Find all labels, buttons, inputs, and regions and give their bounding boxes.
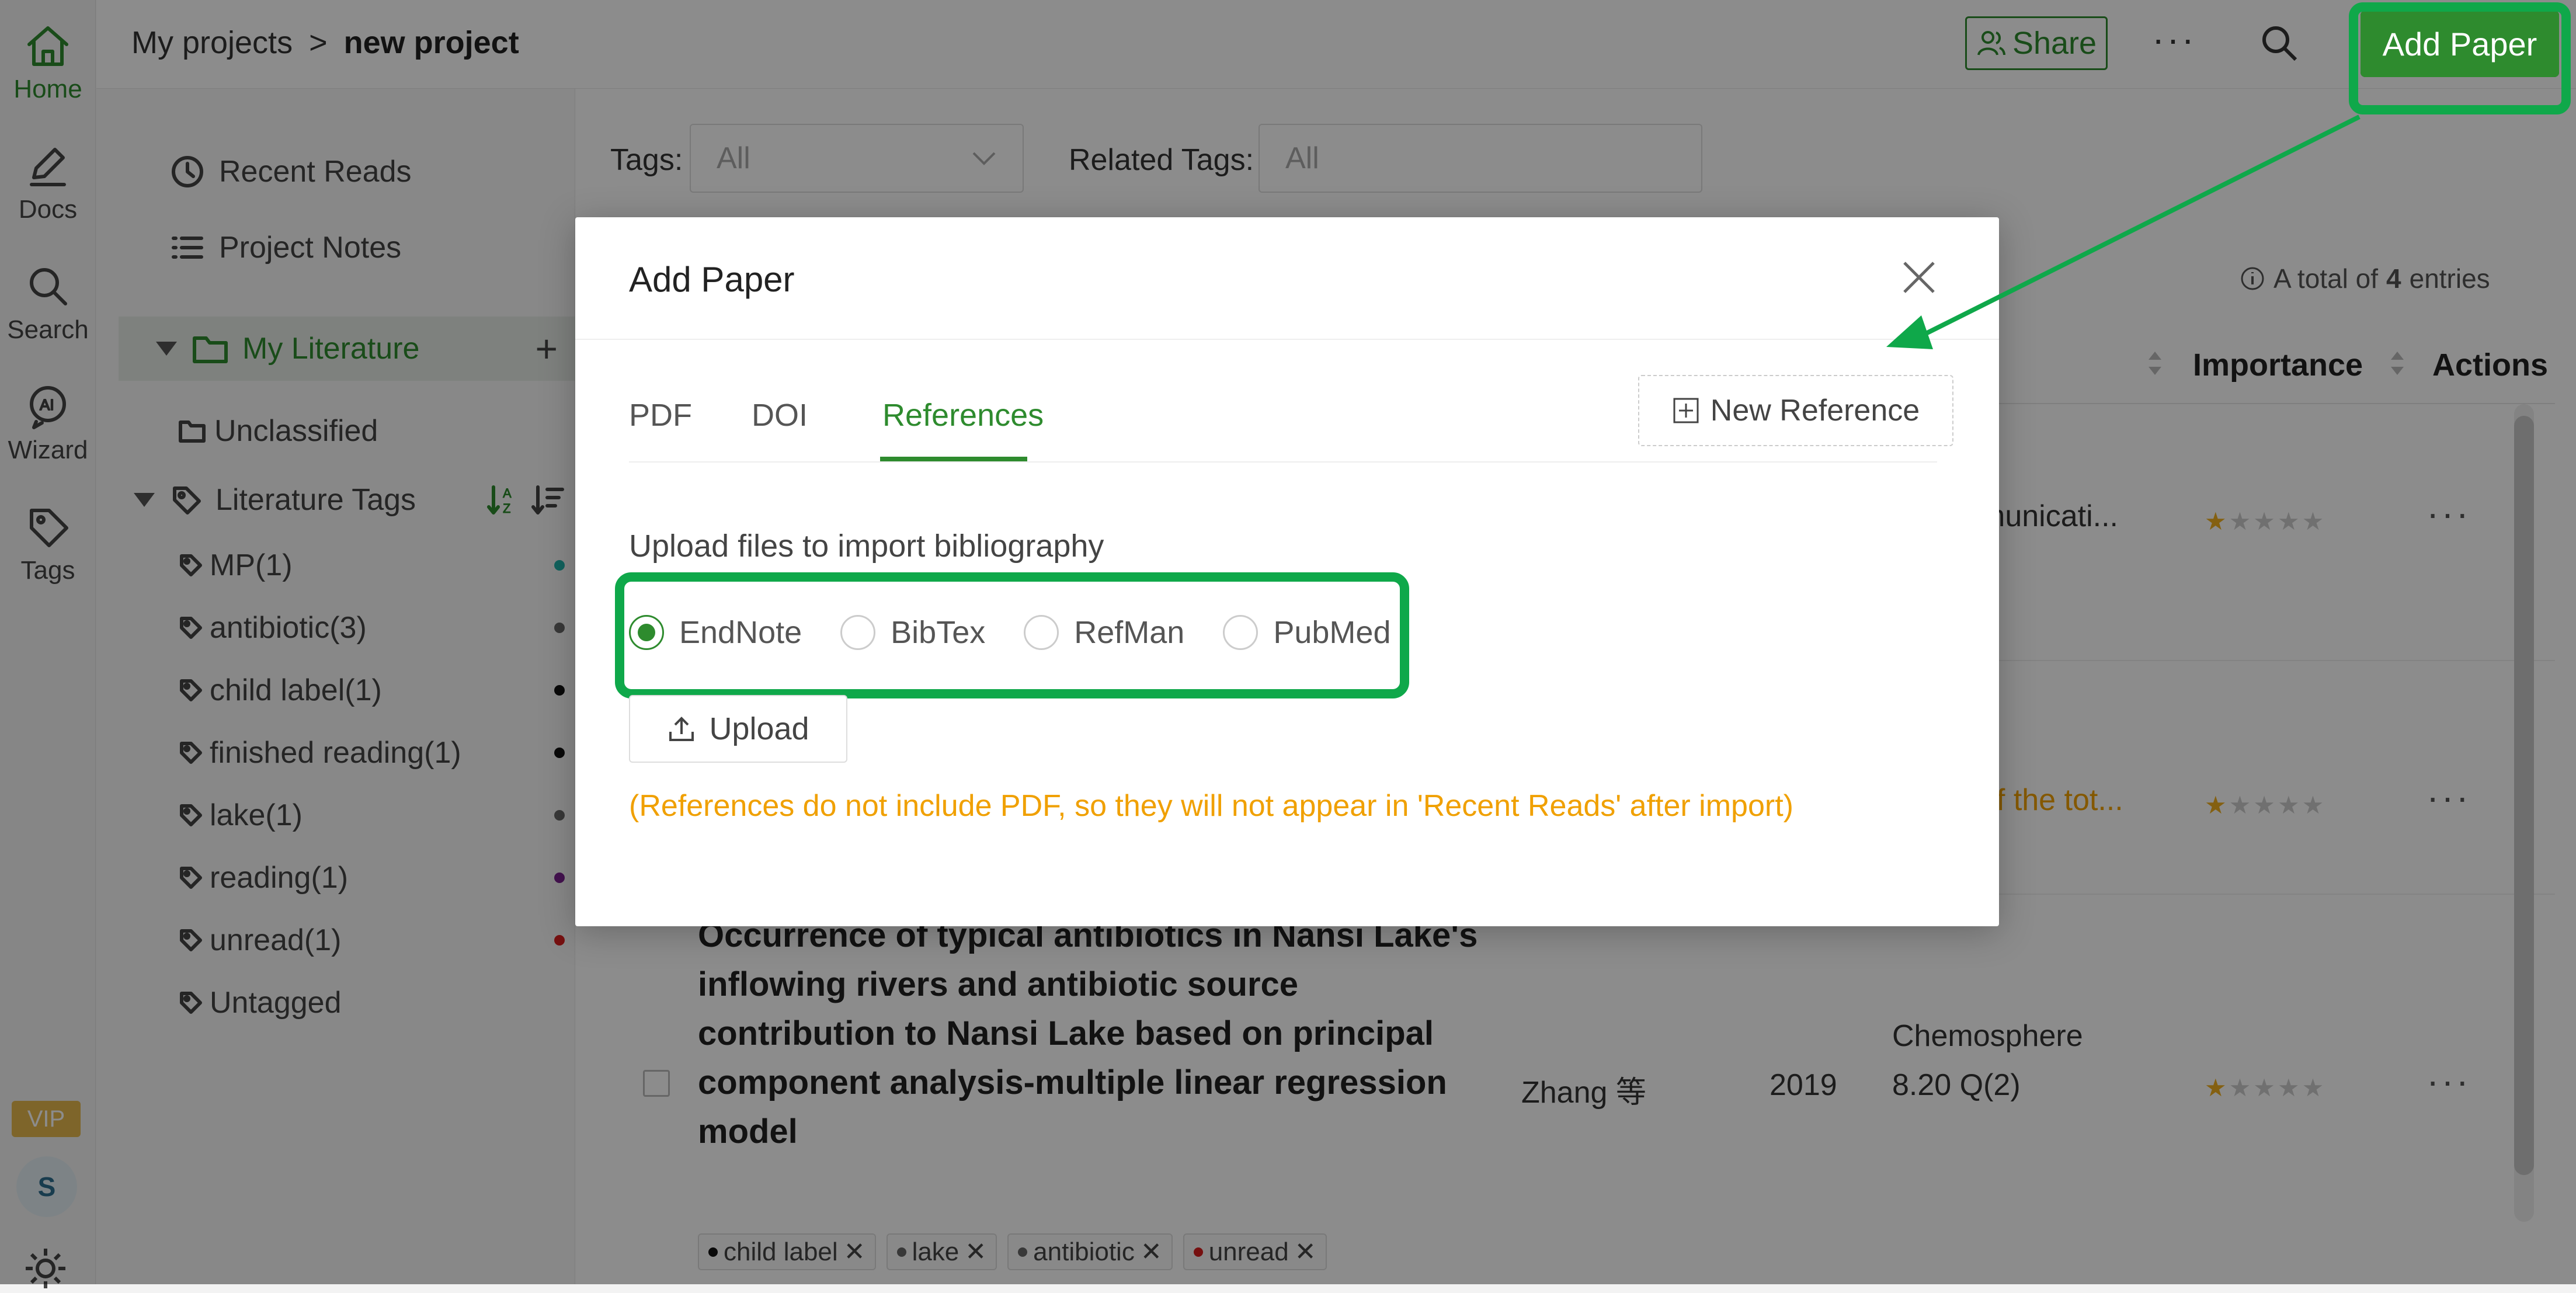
plus-square-icon xyxy=(1673,398,1699,423)
tab-doi[interactable]: DOI xyxy=(752,397,808,433)
tab-pdf[interactable]: PDF xyxy=(629,397,692,433)
import-note: (References do not include PDF, so they … xyxy=(629,789,1793,823)
tab-references[interactable]: References xyxy=(882,397,1044,433)
upload-section-label: Upload files to import bibliography xyxy=(629,529,1104,564)
upload-button[interactable]: Upload xyxy=(629,695,847,763)
add-paper-dialog: Add Paper PDF DOI References New Referen… xyxy=(575,217,1999,926)
dialog-header: Add Paper xyxy=(575,217,1999,340)
new-reference-button[interactable]: New Reference xyxy=(1638,375,1953,446)
import-tabs: PDF DOI References New Reference xyxy=(629,375,1953,463)
highlight-box-add-paper xyxy=(2349,2,2571,114)
highlight-box-formats xyxy=(615,572,1409,698)
upload-icon xyxy=(669,717,694,741)
close-icon[interactable] xyxy=(1900,258,1938,297)
active-tab-indicator xyxy=(880,457,1027,461)
dialog-title: Add Paper xyxy=(629,260,795,299)
